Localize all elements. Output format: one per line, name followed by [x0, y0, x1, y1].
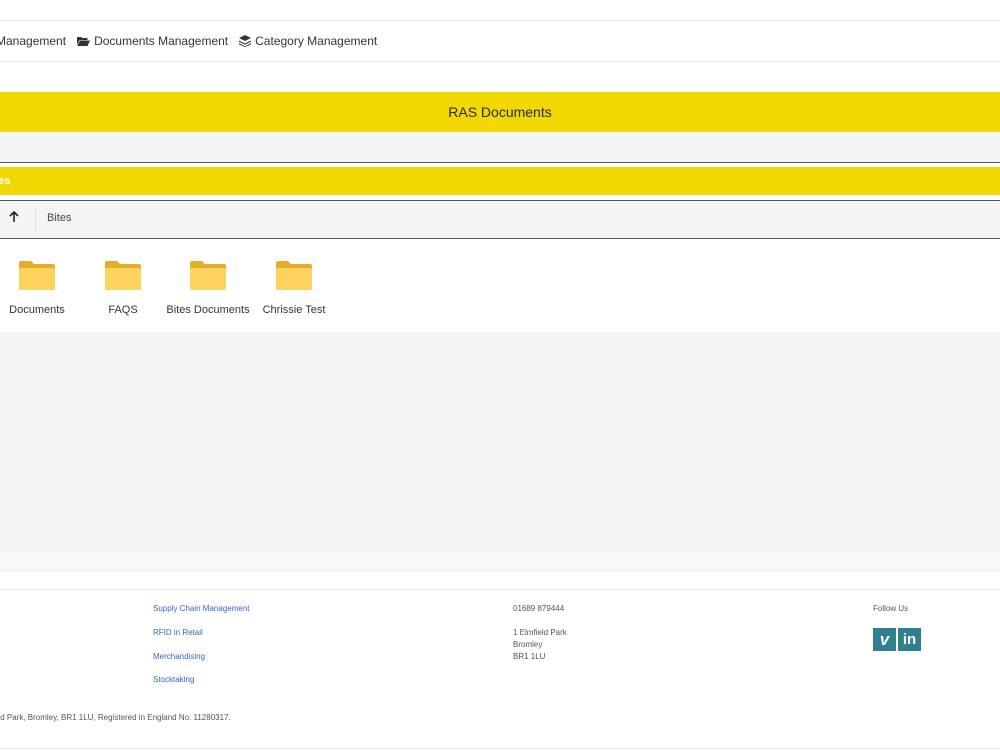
page-title-banner: RAS Documents [0, 92, 1000, 132]
panel-footer [0, 551, 1000, 569]
folder-icon [105, 261, 141, 295]
footer-address-line: 1 Elmfield Park [513, 628, 567, 637]
follow-us-label: Follow Us [873, 604, 909, 613]
nav-item-label: Documents Management [94, 34, 229, 48]
page-title: RAS Documents [448, 104, 552, 120]
folder-item-documents[interactable]: Documents [0, 239, 80, 332]
top-navigation: e Management Documents Management Catego… [0, 20, 1000, 62]
navigate-up-button[interactable] [0, 205, 28, 233]
toolbar-separator [35, 208, 36, 232]
folder-item-faqs[interactable]: FAQS [80, 239, 166, 332]
folder-name: FAQS [108, 304, 138, 316]
footer-address-line: BR1 1LU [513, 652, 546, 661]
footer-link-rfid[interactable]: RFID in Retail [153, 628, 250, 637]
footer-phone: 01689 879444 [513, 604, 565, 613]
file-manager-toolbar: Bites [0, 201, 1000, 239]
layers-icon [239, 35, 252, 47]
folder-name: Documents [9, 304, 65, 316]
file-manager: Bites Documents FAQS Bites Documents Chr… [0, 200, 1000, 552]
folder-open-icon [77, 36, 91, 47]
footer-bottom-divider [0, 748, 1000, 749]
folder-item-bites-documents[interactable]: Bites Documents [165, 239, 251, 332]
folder-name: Chrissie Test [262, 304, 326, 316]
footer-follow: Follow Us [873, 604, 908, 613]
files-section-label: iles [0, 175, 11, 187]
footer-contact: 01689 879444 1 Elmfield Park Bromley BR1… [513, 604, 567, 661]
breadcrumb[interactable]: Bites [47, 212, 71, 224]
folder-name: Bites Documents [166, 304, 250, 316]
linkedin-icon[interactable]: in [898, 628, 921, 651]
footer-address-line: Bromley [513, 640, 543, 649]
social-links: v in [873, 628, 921, 651]
nav-item-category-management[interactable]: Category Management [239, 34, 377, 48]
nav-item-label: Category Management [255, 34, 378, 48]
folder-icon [276, 261, 312, 295]
footer-divider [0, 589, 1000, 590]
footer-link-stocktaking[interactable]: Stocktaking [153, 675, 250, 684]
footer-link-supply-chain[interactable]: Supply Chain Management [153, 604, 250, 613]
arrow-up-icon [8, 210, 20, 228]
folder-grid: Documents FAQS Bites Documents Chrissie … [0, 239, 1000, 332]
footer-link-merchandising[interactable]: Merchandising [153, 652, 250, 661]
nav-item-documents-management[interactable]: Documents Management [77, 34, 228, 48]
footer-links: Supply Chain Management RFID in Retail M… [153, 604, 250, 684]
folder-icon [19, 261, 55, 295]
copyright-text: eld Park, Bromley, BR1 1LU, Registered i… [0, 713, 231, 722]
vimeo-icon[interactable]: v [873, 628, 896, 651]
folder-item-chrissie-test[interactable]: Chrissie Test [251, 239, 337, 332]
nav-item-e-management[interactable]: e Management [0, 34, 66, 48]
files-section-header: iles [0, 167, 1000, 195]
content-panel-header [0, 132, 1000, 163]
nav-item-label: e Management [0, 34, 67, 48]
folder-icon [190, 261, 226, 295]
